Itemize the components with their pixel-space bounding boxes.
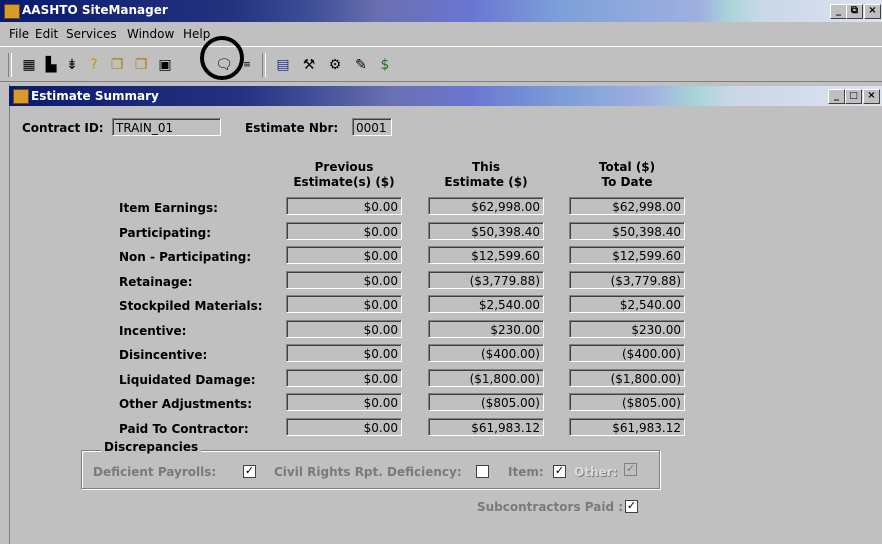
menu-bar: File Edit Services Window Help: [0, 24, 882, 44]
folder-open-icon[interactable]: ❐: [108, 56, 126, 74]
row-liquidated-damage-total[interactable]: ($1,800.00): [569, 369, 685, 387]
col-header-this: This Estimate ($): [428, 160, 544, 190]
deficient-payrolls-checkbox[interactable]: ✓: [243, 465, 256, 478]
col-header-total-line1: Total ($): [598, 160, 656, 174]
row-label-liquidated-damage: Liquidated Damage:: [119, 373, 256, 387]
row-stockpiled-previous[interactable]: $0.00: [286, 295, 402, 313]
row-incentive-previous[interactable]: $0.00: [286, 320, 402, 338]
row-incentive-this[interactable]: $230.00: [428, 320, 544, 338]
comment-icon[interactable]: 🗨: [215, 56, 233, 74]
row-other-adjustments-total[interactable]: ($805.00): [569, 393, 685, 411]
toolbar-grip: [8, 53, 12, 77]
row-non-participating-this[interactable]: $12,599.60: [428, 246, 544, 264]
civil-rights-label: Civil Rights Rpt. Deficiency:: [274, 465, 462, 479]
app-title: AASHTO SiteManager: [22, 3, 168, 17]
tool-icon[interactable]: ⚙: [326, 56, 344, 74]
other-label: Other:: [574, 465, 618, 479]
col-header-previous-line2: Estimate(s) ($): [293, 175, 395, 189]
row-item-earnings-this[interactable]: $62,998.00: [428, 197, 544, 215]
calendar-icon[interactable]: ▤: [274, 56, 292, 74]
table-icon[interactable]: ▦: [20, 56, 38, 74]
row-participating-this[interactable]: $50,398.40: [428, 222, 544, 240]
row-disincentive-total[interactable]: ($400.00): [569, 344, 685, 362]
row-non-participating-total[interactable]: $12,599.60: [569, 246, 685, 264]
contract-id-label: Contract ID:: [22, 121, 104, 135]
col-header-total: Total ($) To Date: [569, 160, 685, 190]
deficient-payrolls-label: Deficient Payrolls:: [93, 465, 217, 479]
toolbar: ▦ ▙ ⇟ ? ❐ ❐ ▣ 🗨 ≡ ▤ ⚒ ⚙ ✎ $: [0, 46, 882, 82]
row-retainage-this[interactable]: ($3,779.88): [428, 271, 544, 289]
row-stockpiled-total[interactable]: $2,540.00: [569, 295, 685, 313]
close-button[interactable]: ×: [864, 4, 881, 19]
inner-title-bar[interactable]: Estimate Summary _ □ ×: [9, 86, 882, 106]
app-icon[interactable]: [4, 4, 20, 19]
estimate-nbr-label: Estimate Nbr:: [245, 121, 339, 135]
inner-close-button[interactable]: ×: [863, 89, 880, 104]
subcontractors-paid-checkbox[interactable]: ✓: [625, 500, 638, 513]
dollar-icon[interactable]: ⇟: [63, 56, 81, 74]
money-bag-icon[interactable]: $: [376, 56, 394, 74]
restore-button[interactable]: ⧉: [846, 4, 863, 19]
row-label-disincentive: Disincentive:: [119, 348, 208, 362]
subcontractors-paid-label: Subcontractors Paid :: [477, 500, 624, 514]
row-label-retainage: Retainage:: [119, 275, 193, 289]
col-header-previous-line1: Previous: [314, 160, 374, 174]
row-label-non-participating: Non - Participating:: [119, 250, 252, 264]
row-retainage-previous[interactable]: $0.00: [286, 271, 402, 289]
row-participating-previous[interactable]: $0.00: [286, 222, 402, 240]
inner-minimize-button[interactable]: _: [828, 89, 845, 104]
menu-edit[interactable]: Edit: [35, 27, 58, 41]
item-label: Item:: [508, 465, 544, 479]
row-paid-this[interactable]: $61,983.12: [428, 418, 544, 436]
help-icon[interactable]: ?: [85, 56, 103, 74]
row-disincentive-this[interactable]: ($400.00): [428, 344, 544, 362]
row-label-item-earnings: Item Earnings:: [119, 201, 218, 215]
row-other-adjustments-this[interactable]: ($805.00): [428, 393, 544, 411]
row-disincentive-previous[interactable]: $0.00: [286, 344, 402, 362]
toolbar-separator: [262, 53, 266, 77]
row-label-participating: Participating:: [119, 226, 212, 240]
contract-id-field[interactable]: TRAIN_01: [112, 118, 221, 136]
row-label-other-adjustments: Other Adjustments:: [119, 397, 252, 411]
row-label-paid-to-contractor: Paid To Contractor:: [119, 422, 249, 436]
item-checkbox[interactable]: ✓: [553, 465, 566, 478]
row-item-earnings-previous[interactable]: $0.00: [286, 197, 402, 215]
save-icon[interactable]: ▣: [156, 56, 174, 74]
row-stockpiled-this[interactable]: $2,540.00: [428, 295, 544, 313]
save-db-icon[interactable]: ▙: [42, 56, 60, 74]
menu-help[interactable]: Help: [183, 27, 210, 41]
col-header-total-line2: To Date: [601, 175, 653, 189]
app-title-bar[interactable]: AASHTO SiteManager _ ⧉ ×: [0, 0, 882, 22]
row-participating-total[interactable]: $50,398.40: [569, 222, 685, 240]
menu-services[interactable]: Services: [66, 27, 117, 41]
folder-open-icon-2[interactable]: ❐: [132, 56, 150, 74]
discrepancies-title: Discrepancies: [101, 440, 202, 454]
hammer-icon[interactable]: ⚒: [300, 56, 318, 74]
estimate-nbr-field[interactable]: 0001: [352, 118, 392, 136]
row-paid-total[interactable]: $61,983.12: [569, 418, 685, 436]
other-checkbox[interactable]: ✓: [624, 463, 637, 476]
row-liquidated-damage-this[interactable]: ($1,800.00): [428, 369, 544, 387]
row-non-participating-previous[interactable]: $0.00: [286, 246, 402, 264]
row-other-adjustments-previous[interactable]: $0.00: [286, 393, 402, 411]
col-header-this-line1: This: [472, 160, 500, 174]
row-retainage-total[interactable]: ($3,779.88): [569, 271, 685, 289]
col-header-previous: Previous Estimate(s) ($): [286, 160, 402, 190]
row-label-stockpiled: Stockpiled Materials:: [119, 299, 263, 313]
report-icon[interactable]: ≡: [238, 56, 256, 74]
row-item-earnings-total[interactable]: $62,998.00: [569, 197, 685, 215]
row-liquidated-damage-previous[interactable]: $0.00: [286, 369, 402, 387]
minimize-button[interactable]: _: [830, 4, 847, 19]
inner-title: Estimate Summary: [31, 89, 159, 103]
civil-rights-checkbox[interactable]: [476, 465, 489, 478]
menu-window[interactable]: Window: [127, 27, 174, 41]
menu-file[interactable]: File: [9, 27, 29, 41]
row-incentive-total[interactable]: $230.00: [569, 320, 685, 338]
col-header-this-line2: Estimate ($): [444, 175, 528, 189]
inner-maximize-button[interactable]: □: [845, 89, 862, 104]
window-icon[interactable]: [13, 89, 29, 104]
row-paid-previous[interactable]: $0.00: [286, 418, 402, 436]
row-label-incentive: Incentive:: [119, 324, 187, 338]
pen-icon[interactable]: ✎: [352, 56, 370, 74]
